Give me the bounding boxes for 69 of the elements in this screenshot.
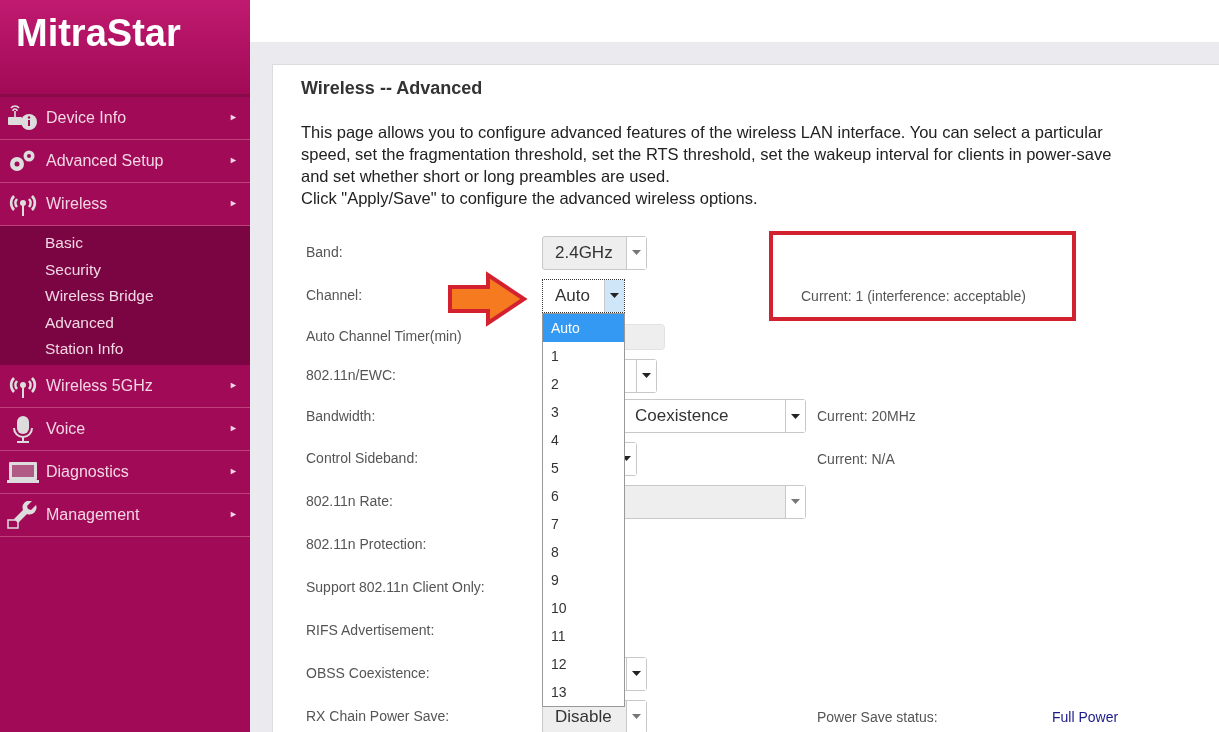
caret-icon [632,250,641,255]
dropdown-option[interactable]: 2 [543,369,624,398]
select-field[interactable]: Auto [542,278,625,313]
field-label: 802.11n Protection: [306,535,428,554]
menu-label: Device Info [46,108,128,128]
menu-item[interactable]: Wireless 5GHz ► [0,364,250,408]
dropdown-option[interactable]: 3 [543,397,624,426]
arrow-icon: ► [229,507,238,522]
submenu-item[interactable]: Advanced [0,309,250,336]
field-label: RX Chain Power Save: [306,707,451,726]
dropdown-option[interactable]: 1 [543,341,624,370]
caret-icon [791,499,800,504]
caret-icon [632,671,641,676]
dropdown-option[interactable]: 8 [543,537,624,566]
menu-label: Management [46,504,141,525]
arrow-icon: ► [229,378,238,393]
field-label: Support 802.11n Client Only: [306,578,486,597]
submenu-item[interactable]: Basic [0,230,250,257]
intro-text: speed, set the fragmentation threshold, set the RTS threshold, set the wakeup interval for clients in power-save [301,144,1113,165]
dropdown-option[interactable]: 9 [543,565,624,594]
arrow-icon: ► [229,197,238,211]
field-label: 802.11n Rate: [306,492,394,511]
current-value: Current: 1 (interference: acceptable) [801,287,1026,304]
caret-icon [610,293,619,298]
submenu-item[interactable]: Security [0,256,250,283]
intro-text: This page allows you to configure advanced features of the wireless LAN interface. You can select a particular [301,122,1104,143]
logo: MitraStar [16,14,182,52]
intro-text: and set whether short or long preambles are used. [301,166,671,187]
page-title: Wireless -- Advanced [301,77,484,99]
menu-label: Diagnostics [46,461,130,482]
menu-item[interactable]: Voice ► [0,407,250,451]
arrow-icon: ► [229,154,238,168]
arrow-icon: ► [229,421,238,436]
caret-icon [642,373,651,378]
menu-label: Wireless 5GHz [46,375,154,396]
current-value: Current: N/A [817,450,895,467]
field-label: Band: [306,243,344,262]
field-label: Control Sideband: [306,449,420,468]
field-label: OBSS Coexistence: [306,664,431,683]
menu-label: Wireless [46,194,109,214]
menu-label: Advanced Setup [46,151,165,171]
router-info-icon [6,104,40,132]
menu-item[interactable]: Device Info ► [0,97,250,140]
status-label: Power Save status: [817,708,938,725]
arrow-icon: ► [229,464,238,479]
caret-icon [791,413,800,419]
field-label: Bandwidth: [306,406,377,426]
menu-item[interactable]: Advanced Setup ► [0,140,250,183]
status-value: Full Power [1052,708,1119,725]
dropdown-option[interactable]: 12 [543,649,624,678]
dropdown-option[interactable]: 10 [543,593,624,622]
caret-icon [622,456,631,461]
caret-icon [632,714,641,719]
submenu-item[interactable]: Wireless Bridge [0,283,250,310]
dropdown-option[interactable]: 5 [543,453,624,482]
current-value: Current: 20MHz [817,408,916,424]
submenu-item[interactable]: Station Info [0,336,250,363]
menu-item[interactable]: Management ► [0,493,250,537]
field-label: 802.11n/EWC: [306,366,397,385]
menu-label: Voice [46,418,87,439]
dropdown-option[interactable]: 7 [543,509,624,538]
field-label: Auto Channel Timer(min) [306,327,463,346]
dropdown-option[interactable]: 6 [543,481,624,510]
intro-text: Click "Apply/Save" to configure the advanced wireless options. [301,188,759,209]
menu-item[interactable]: Diagnostics ► [0,450,250,494]
arrow-icon: ► [229,111,238,125]
dropdown-option[interactable]: 11 [543,621,624,650]
field-label: Channel: [306,286,364,305]
field-label: RIFS Advertisement: [306,621,436,640]
